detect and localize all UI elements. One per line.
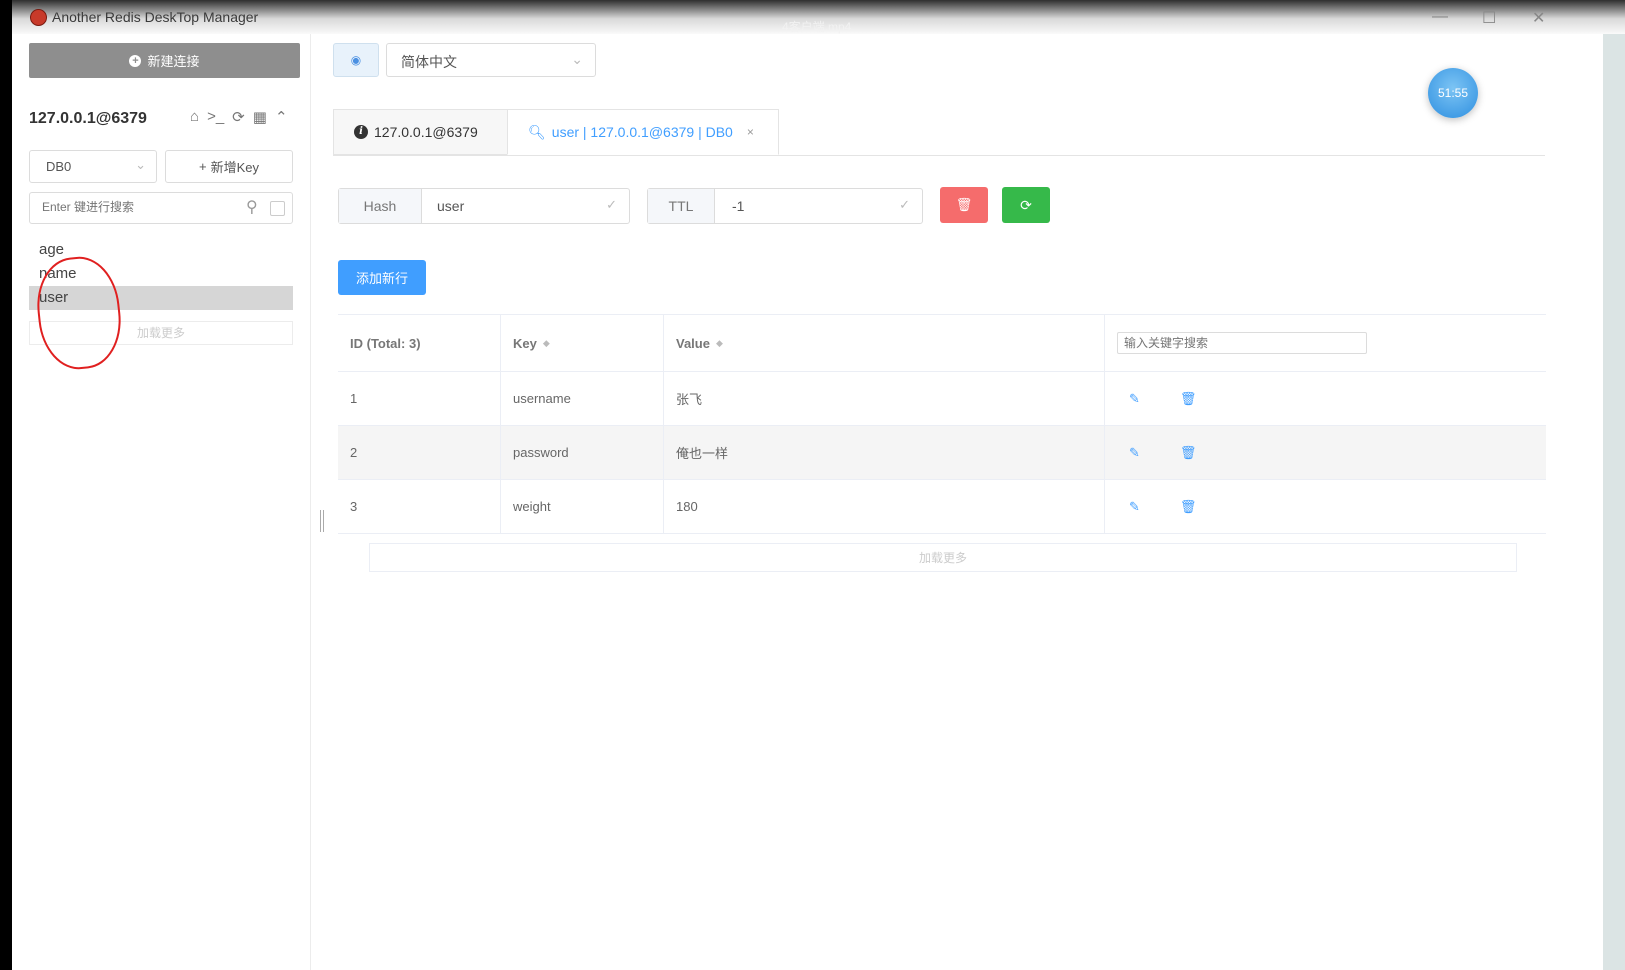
table-header-row: ID (Total: 3) Key ◆ Value ◆ — [338, 315, 1546, 372]
refresh-icon[interactable]: ⟳ — [232, 108, 245, 126]
sort-icon[interactable]: ◆ — [543, 338, 550, 349]
desktop-edge — [1603, 0, 1625, 970]
refresh-key-button[interactable]: ⟳ — [1002, 187, 1050, 223]
tab-label: user | 127.0.0.1@6379 | DB0 — [551, 124, 733, 140]
connection-name[interactable]: 127.0.0.1@6379 — [29, 110, 147, 128]
info-icon: i — [354, 125, 368, 139]
sort-icon[interactable]: ◆ — [716, 338, 723, 349]
trash-icon[interactable]: 🗑︎ — [1180, 499, 1197, 515]
cell-actions: ✎ 🗑︎ — [1105, 372, 1546, 425]
cell-value: 180 — [664, 480, 1105, 533]
chevron-down-icon: ⌄ — [135, 157, 146, 172]
app-title: Another Redis DeskTop Manager — [52, 9, 259, 25]
resize-handle[interactable] — [320, 510, 324, 532]
key-name-input[interactable]: user — [437, 198, 464, 214]
header-key-label: Key — [513, 335, 537, 351]
plus-icon: + — [199, 159, 207, 174]
tab-label: 127.0.0.1@6379 — [374, 124, 478, 140]
table-row: 2 password 俺也一样 ✎ 🗑︎ — [338, 426, 1546, 480]
grid-icon[interactable]: ▦ — [253, 108, 267, 126]
maximize-button[interactable]: ☐ — [1482, 8, 1496, 28]
header-id-label: ID (Total: 3) — [350, 335, 421, 351]
table-search-input[interactable] — [1117, 332, 1367, 354]
cell-key: username — [501, 372, 664, 425]
trash-icon[interactable]: 🗑︎ — [1180, 445, 1197, 461]
header-id: ID (Total: 3) — [338, 315, 501, 371]
edit-icon[interactable]: ✎ — [1129, 445, 1140, 461]
video-title: 4客户端.mp4 — [782, 20, 852, 34]
new-connection-label: 新建连接 — [147, 54, 200, 69]
confirm-rename-icon[interactable]: ✓ — [606, 197, 617, 213]
edit-icon[interactable]: ✎ — [1129, 391, 1140, 407]
home-icon[interactable]: ⌂ — [190, 108, 199, 126]
refresh-icon: ⟳ — [1020, 196, 1032, 213]
language-value: 简体中文 — [401, 54, 457, 70]
connection-actions: ⌂ >_ ⟳ ▦ ⌃ — [190, 108, 288, 126]
main-panel: ◉ 简体中文 ⌄ 51:55 i 127.0.0.1@6379 🔍︎ user … — [332, 34, 1572, 970]
new-connection-button[interactable]: + 新建连接 — [29, 43, 300, 78]
cell-value: 俺也一样 — [664, 426, 1105, 479]
table-row: 3 weight 180 ✎ 🗑︎ — [338, 480, 1546, 534]
chevron-up-icon[interactable]: ⌃ — [275, 108, 288, 126]
edit-icon[interactable]: ✎ — [1129, 499, 1140, 515]
app-logo-icon — [30, 9, 47, 26]
delete-key-button[interactable]: 🗑︎ — [940, 187, 988, 223]
close-window-button[interactable]: ✕ — [1532, 8, 1545, 28]
key-name-group: Hash user ✓ — [338, 188, 630, 224]
key-icon: 🔍︎ — [528, 123, 546, 140]
key-search-input[interactable] — [40, 199, 234, 215]
header-value-label: Value — [676, 335, 710, 351]
hash-table: ID (Total: 3) Key ◆ Value ◆ 1 username 张飞 … — [338, 314, 1546, 534]
trash-icon: 🗑︎ — [955, 197, 973, 212]
header-search — [1105, 315, 1546, 371]
cell-id: 2 — [338, 426, 501, 479]
exact-search-checkbox[interactable] — [270, 201, 285, 216]
header-value[interactable]: Value ◆ — [664, 315, 1105, 371]
ttl-input[interactable]: -1 — [732, 198, 744, 214]
table-row: 1 username 张飞 ✎ 🗑︎ — [338, 372, 1546, 426]
cell-key: password — [501, 426, 664, 479]
ttl-group: TTL -1 ✓ — [647, 188, 923, 224]
load-more-rows-button[interactable]: 加载更多 — [369, 543, 1517, 572]
search-icon[interactable]: ⚲ — [246, 197, 258, 217]
cell-actions: ✎ 🗑︎ — [1105, 426, 1546, 479]
key-type-label: Hash — [339, 189, 422, 223]
tab-connection-status[interactable]: i 127.0.0.1@6379 — [333, 109, 508, 155]
trash-icon[interactable]: 🗑︎ — [1180, 391, 1197, 407]
close-tab-icon[interactable]: × — [747, 125, 754, 139]
header-key[interactable]: Key ◆ — [501, 315, 664, 371]
ttl-label: TTL — [648, 189, 715, 223]
add-row-button[interactable]: 添加新行 — [338, 260, 426, 295]
minimize-button[interactable]: — — [1432, 8, 1448, 26]
chevron-down-icon: ⌄ — [571, 51, 583, 67]
title-bar: Another Redis DeskTop Manager 4客户端.mp4 —… — [12, 0, 1625, 34]
tab-key-user[interactable]: 🔍︎ user | 127.0.0.1@6379 | DB0 × — [507, 109, 779, 155]
plus-circle-icon: + — [129, 54, 142, 67]
sidebar: + 新建连接 127.0.0.1@6379 ⌂ >_ ⟳ ▦ ⌃ DB0 ⌄ +… — [20, 34, 311, 970]
language-select[interactable]: 简体中文 ⌄ — [386, 43, 596, 77]
cell-key: weight — [501, 480, 664, 533]
cell-id: 3 — [338, 480, 501, 533]
confirm-ttl-icon[interactable]: ✓ — [899, 197, 910, 213]
dark-mode-toggle[interactable]: ◉ — [333, 43, 379, 77]
tab-bar: i 127.0.0.1@6379 🔍︎ user | 127.0.0.1@637… — [333, 109, 1545, 156]
cell-id: 1 — [338, 372, 501, 425]
new-key-label: 新增Key — [210, 160, 259, 175]
terminal-icon[interactable]: >_ — [207, 108, 224, 126]
db-select-value: DB0 — [46, 159, 72, 174]
new-key-button[interactable]: + 新增Key — [165, 150, 293, 183]
cell-value: 张飞 — [664, 372, 1105, 425]
db-select[interactable]: DB0 ⌄ — [29, 150, 157, 183]
key-search-box: ⚲ — [29, 192, 293, 224]
cell-actions: ✎ 🗑︎ — [1105, 480, 1546, 533]
theme-dot-icon: ◉ — [350, 53, 362, 67]
app-window: Another Redis DeskTop Manager 4客户端.mp4 —… — [12, 0, 1625, 970]
